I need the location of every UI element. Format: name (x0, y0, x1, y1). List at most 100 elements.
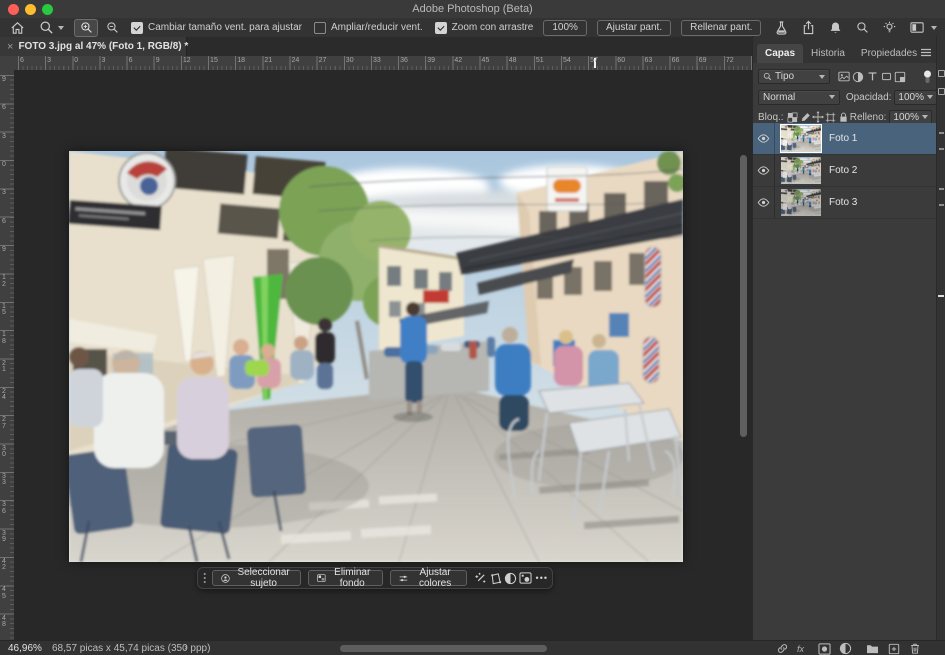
ruler-label-h: 24 (292, 57, 300, 64)
blend-mode-select[interactable]: Normal (758, 90, 840, 105)
ruler-label-v: 3 9 (2, 531, 12, 544)
fill-value: 100% (893, 112, 919, 123)
filter-search-icon (763, 72, 772, 81)
layer-thumbnail[interactable] (781, 157, 821, 184)
status-zoom-field[interactable]: 46,96% (8, 643, 42, 654)
new-group-icon[interactable] (866, 642, 879, 655)
layer-thumbnail[interactable] (781, 189, 821, 216)
filter-type-value: Tipo (775, 71, 794, 82)
ruler-horizontal[interactable]: 6303691215182124273033363942454851545760… (14, 56, 752, 71)
resize-windows-checkbox[interactable] (131, 22, 143, 34)
transform-icon[interactable] (489, 570, 502, 587)
fill-screen-button[interactable]: Rellenar pant. (681, 20, 761, 36)
document-tab[interactable]: × FOTO 3.jpg al 47% (Foto 1, RGB/8) * (0, 37, 187, 56)
title-bar: Adobe Photoshop (Beta) (0, 0, 945, 19)
layer-row-foto-2[interactable]: Foto 2 (753, 155, 937, 187)
ruler-label-h: 54 (563, 57, 571, 64)
search-icon[interactable] (856, 19, 869, 37)
opacity-value-box[interactable]: 100% (894, 90, 937, 105)
ruler-label-h: 36 (400, 57, 408, 64)
lock-all-icon[interactable] (837, 110, 850, 124)
new-layer-icon[interactable] (887, 642, 900, 655)
layer-name[interactable]: Foto 1 (829, 133, 857, 144)
select-subject-button[interactable]: Seleccionar sujeto (212, 570, 300, 586)
filter-smart-object-icon[interactable] (893, 70, 907, 84)
layer-visibility-toggle[interactable] (753, 187, 775, 218)
tab-capas[interactable]: Capas (757, 44, 803, 63)
panel-menu-icon[interactable] (920, 44, 932, 62)
notifications-bell-icon[interactable] (829, 19, 842, 37)
tab-historia[interactable]: Historia (803, 44, 853, 63)
lock-transparent-pixels-icon[interactable] (787, 110, 800, 124)
layer-effects-icon[interactable]: fx (797, 644, 804, 654)
layer-visibility-toggle[interactable] (753, 155, 775, 186)
add-layer-mask-icon[interactable] (818, 642, 831, 655)
filter-shape-layers-icon[interactable] (879, 70, 893, 84)
layer-name[interactable]: Foto 3 (829, 197, 857, 208)
new-adjustment-layer-icon[interactable] (839, 642, 852, 655)
resize-windows-checkbox-item[interactable]: Cambiar tamaño vent. para ajustar (131, 22, 302, 34)
layers-list: Foto 1 Foto 2 Foto 3 (753, 123, 937, 219)
ruler-vertical[interactable]: 96303691 21 51 82 12 42 73 03 33 63 94 2… (0, 70, 15, 640)
home-icon[interactable] (10, 19, 25, 37)
taskbar-drag-handle[interactable] (203, 571, 206, 585)
ruler-label-v: 1 8 (2, 332, 12, 345)
tab-close-icon[interactable]: × (7, 41, 13, 53)
filter-pixel-layers-icon[interactable] (837, 70, 851, 84)
generative-wand-icon[interactable] (474, 570, 487, 587)
layer-visibility-toggle[interactable] (753, 123, 775, 154)
document-canvas-photo[interactable] (69, 151, 683, 562)
ruler-label-v: 3 3 (2, 474, 12, 487)
scrubby-zoom-checkbox[interactable] (435, 22, 447, 34)
layers-panel: Capas Historia Propiedades Tipo (752, 36, 936, 640)
lock-position-icon[interactable] (812, 110, 825, 124)
adjustment-icon[interactable] (504, 570, 517, 587)
layer-name[interactable]: Foto 2 (829, 165, 857, 176)
layer-thumbnail[interactable] (781, 125, 821, 152)
workspace-switcher-icon[interactable] (910, 19, 925, 37)
canvas-area[interactable] (14, 70, 752, 640)
lock-artboard-icon[interactable] (824, 110, 837, 124)
ruler-label-h: 6 (20, 57, 24, 64)
fit-screen-button[interactable]: Ajustar pant. (597, 20, 671, 36)
layer-row-foto-1[interactable]: Foto 1 (753, 123, 937, 155)
dock-panel-icon[interactable] (938, 88, 945, 95)
vertical-scrollbar[interactable] (740, 155, 747, 437)
dock-divider-handle[interactable] (938, 295, 944, 297)
ruler-label-v: 6 (2, 105, 12, 112)
filter-toggle-switch[interactable] (920, 70, 934, 84)
scrubby-zoom-checkbox-item[interactable]: Zoom con arrastre (435, 22, 534, 34)
tab-propiedades[interactable]: Propiedades (853, 44, 925, 63)
filter-type-select[interactable]: Tipo (758, 69, 830, 84)
dock-label-mark (939, 148, 944, 150)
adjust-colors-button[interactable]: Ajustar colores (390, 570, 467, 586)
zoom-out-button[interactable] (106, 19, 119, 37)
filter-type-layers-icon[interactable] (865, 70, 879, 84)
tab-title: FOTO 3.jpg al 47% (Foto 1, RGB/8) * (18, 41, 188, 52)
zoom-tool-icon[interactable] (39, 19, 54, 37)
more-options-icon[interactable]: ••• (536, 573, 548, 583)
remove-background-button[interactable]: Eliminar fondo (308, 570, 383, 586)
fill-chevron-icon (922, 115, 928, 119)
delete-layer-icon[interactable] (908, 642, 921, 655)
lock-image-pixels-icon[interactable] (799, 110, 812, 124)
horizontal-scrollbar[interactable] (340, 645, 547, 652)
ruler-label-h: 3 (47, 57, 51, 64)
dock-panel-icon[interactable] (938, 70, 945, 77)
taskbar-settings-icon[interactable] (519, 570, 532, 587)
share-icon[interactable] (802, 19, 815, 37)
workspace-chevron-icon[interactable] (931, 26, 937, 30)
zoom-100-button[interactable]: 100% (543, 20, 587, 36)
filter-adjustment-icon[interactable] (851, 70, 865, 84)
layer-row-foto-3[interactable]: Foto 3 (753, 187, 937, 219)
zoom-in-button[interactable] (74, 19, 98, 37)
status-chevron-icon[interactable]: › (184, 642, 187, 653)
panel-tabs: Capas Historia Propiedades (753, 36, 937, 63)
link-layers-icon[interactable] (776, 642, 789, 655)
beta-feedback-icon[interactable] (775, 19, 788, 37)
discover-lightbulb-icon[interactable] (883, 19, 896, 37)
blend-mode-row: Normal Opacidad: 100% (753, 88, 937, 106)
zoom-windows-checkbox-item[interactable]: Ampliar/reducir vent. (314, 22, 423, 34)
zoom-tool-chevron-icon[interactable] (58, 26, 64, 30)
zoom-windows-checkbox[interactable] (314, 22, 326, 34)
